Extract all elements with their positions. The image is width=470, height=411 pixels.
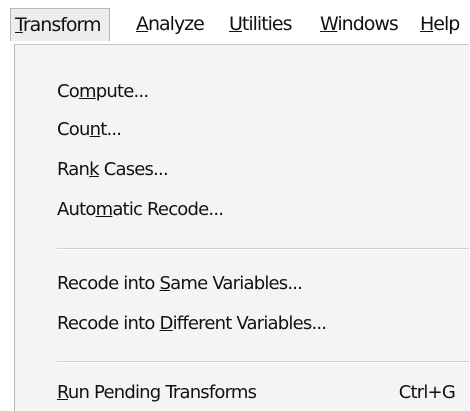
menu-analyze[interactable]: Analyze [136, 8, 205, 40]
menu-utilities-mnemonic: U [229, 13, 243, 35]
menu-item-compute[interactable]: Compute... [57, 77, 149, 107]
transform-dropdown: Compute... Count... Rank Cases... Automa… [14, 44, 469, 411]
menu-item-count[interactable]: Count... [57, 115, 122, 145]
menu-item-text: Cou [57, 119, 90, 140]
menu-item-automatic-recode[interactable]: Automatic Recode... [57, 195, 224, 225]
menu-utilities[interactable]: Utilities [229, 8, 293, 40]
menu-utilities-label: tilities [241, 13, 293, 35]
menu-item-mnemonic: k [89, 159, 99, 180]
menu-windows-mnemonic: W [320, 13, 338, 35]
menu-help-label: elp [433, 13, 460, 35]
menu-item-run-pending-transforms[interactable]: Run Pending Transforms [57, 378, 257, 408]
menu-help-mnemonic: H [420, 13, 434, 35]
menu-transform-mnemonic: T [15, 14, 24, 36]
menu-item-mnemonic: S [159, 273, 171, 294]
menu-item-mnemonic: n [89, 119, 101, 140]
menu-item-text: Recode into [57, 273, 160, 294]
menu-item-text: Ran [57, 159, 90, 180]
menu-item-mnemonic: m [78, 81, 97, 102]
menu-item-mnemonic: m [95, 199, 114, 220]
menu-item-text: Auto [57, 199, 96, 220]
menu-item-text: un Pending Transforms [67, 382, 257, 403]
menu-item-text: Co [57, 81, 80, 102]
menu-item-recode-different-variables[interactable]: Recode into Different Variables... [57, 309, 327, 339]
menu-item-text: ifferent Variables... [172, 313, 327, 334]
menu-analyze-label: nalyze [148, 13, 205, 35]
menu-item-mnemonic: R [57, 382, 69, 403]
menu-item-text: pute... [95, 81, 149, 102]
menu-item-text: atic Recode... [112, 199, 224, 220]
menu-separator [57, 248, 469, 250]
menu-bar: Transform Analyze Utilities Windows Help [0, 0, 470, 44]
spss-transform-menu: Transform Analyze Utilities Windows Help… [0, 0, 470, 411]
menu-transform-label: ransform [22, 14, 102, 36]
menu-windows[interactable]: Windows [320, 8, 399, 40]
menu-analyze-mnemonic: A [136, 13, 149, 35]
menu-item-recode-same-variables[interactable]: Recode into Same Variables... [57, 269, 303, 299]
menu-item-rank-cases[interactable]: Rank Cases... [57, 155, 169, 185]
menu-transform[interactable]: Transform [10, 8, 110, 41]
menu-item-mnemonic: D [159, 313, 174, 334]
menu-item-text: ame Variables... [170, 273, 303, 294]
menu-windows-label: indows [337, 13, 398, 35]
menu-item-text: Cases... [98, 159, 169, 180]
menu-item-text: t... [100, 119, 122, 140]
menu-item-text: Recode into [57, 313, 160, 334]
menu-separator [57, 361, 469, 363]
run-pending-shortcut: Ctrl+G [398, 382, 456, 403]
menu-help[interactable]: Help [420, 8, 460, 40]
